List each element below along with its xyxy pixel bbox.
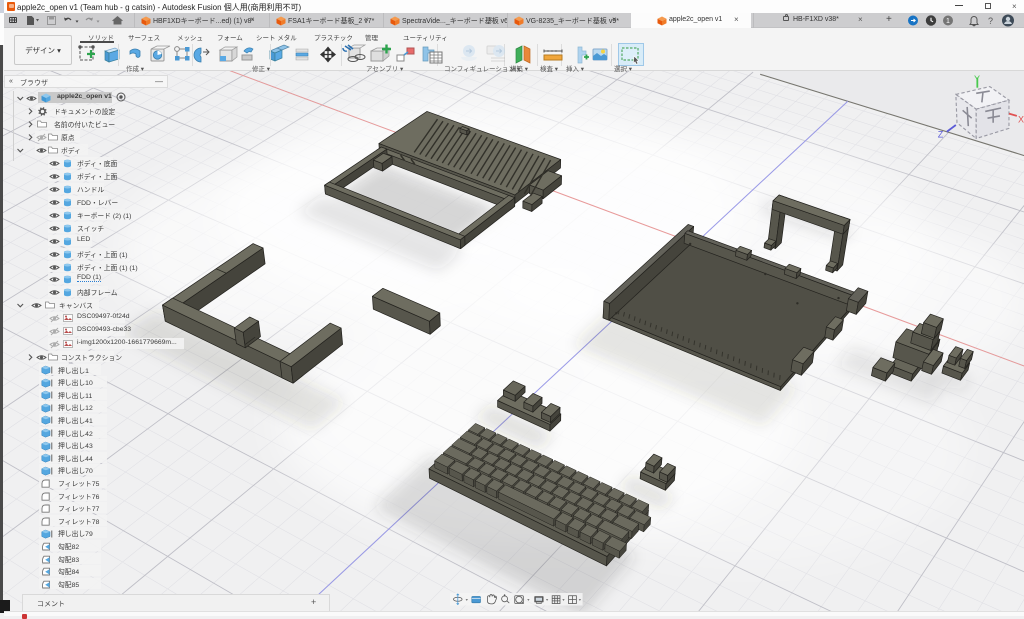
svg-text:?: ? <box>988 16 993 26</box>
svg-text:Z: Z <box>938 129 944 139</box>
svg-text:1: 1 <box>946 18 950 25</box>
svg-text:X: X <box>1018 115 1024 125</box>
svg-text:Y: Y <box>974 74 980 84</box>
